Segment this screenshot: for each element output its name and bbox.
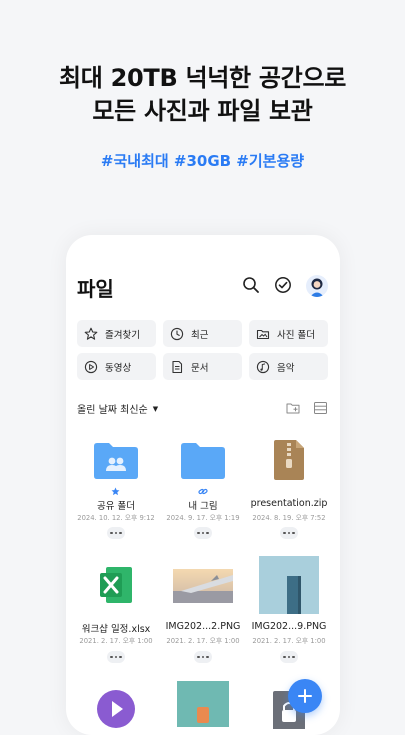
filter-label: 최근 xyxy=(191,329,209,341)
file-name: IMG202...9.PNG xyxy=(251,621,327,632)
folder-icon xyxy=(181,443,225,479)
avatar-illustration-icon xyxy=(310,278,324,297)
excel-file-icon xyxy=(100,567,132,603)
play-icon xyxy=(84,360,98,373)
more-options-button[interactable] xyxy=(194,651,212,663)
clock-icon xyxy=(170,327,184,340)
filter-music[interactable]: 음악 xyxy=(249,353,328,380)
star-icon xyxy=(84,327,98,340)
filter-label: 즐겨찾기 xyxy=(105,329,140,341)
file-date: 2024. 9. 17. 오후 1:19 xyxy=(166,514,240,522)
image-folder-icon xyxy=(256,329,270,339)
more-options-button[interactable] xyxy=(107,651,125,663)
new-folder-icon[interactable] xyxy=(286,401,301,415)
more-options-button[interactable] xyxy=(280,527,298,539)
file-date: 2024. 8. 19. 오후 7:52 xyxy=(252,514,326,522)
add-file-button[interactable] xyxy=(288,679,322,713)
filter-recent[interactable]: 최근 xyxy=(163,320,242,347)
check-circle-icon[interactable] xyxy=(274,276,292,294)
more-options-button[interactable] xyxy=(194,527,212,539)
link-badge-icon xyxy=(198,488,208,495)
sort-label: 올린 날짜 최신순 xyxy=(77,405,148,416)
document-icon xyxy=(172,360,183,373)
promo-headline-line2: 모든 사진과 파일 보관 xyxy=(92,97,313,125)
sort-dropdown[interactable]: 올린 날짜 최신순 ▼ xyxy=(77,401,159,417)
favorite-star-badge-icon xyxy=(111,487,120,496)
promo-hashtags: #국내최대 #30GB #기본용량 xyxy=(100,152,305,170)
zip-file-icon xyxy=(274,440,304,480)
caret-down-icon: ▼ xyxy=(152,404,159,413)
filter-video[interactable]: 동영상 xyxy=(77,353,156,380)
photo-thumbnail-building xyxy=(259,556,319,614)
filter-document[interactable]: 문서 xyxy=(163,353,242,380)
file-name: IMG202...2.PNG xyxy=(165,621,241,632)
promo-headline-line1: 최대 20TB 넉넉한 공간으로 xyxy=(58,64,347,92)
filter-label: 음악 xyxy=(277,362,295,374)
filter-label: 사진 폴더 xyxy=(277,329,315,341)
file-name: 공유 폴더 xyxy=(97,501,135,512)
photo-thumbnail-airplane xyxy=(173,557,233,613)
phone-screen: 파일 즐겨찾기 최근 사진 폴더 동영상 문서 음악 올린 날짜 최신순 ▼ 공… xyxy=(66,235,340,735)
music-icon xyxy=(256,360,270,373)
more-options-button[interactable] xyxy=(107,527,125,539)
file-item-photo[interactable] xyxy=(160,677,246,735)
list-view-icon[interactable] xyxy=(313,401,328,415)
promo-headline: 최대 20TB 넉넉한 공간으로 모든 사진과 파일 보관 xyxy=(0,62,405,128)
file-date: 2021. 2. 17. 오후 1:00 xyxy=(79,637,153,645)
file-date: 2021. 2. 17. 오후 1:00 xyxy=(252,637,326,645)
file-date: 2024. 10. 12. 오후 9:12 xyxy=(77,514,155,522)
page-title: 파일 xyxy=(77,277,114,301)
plus-icon xyxy=(298,689,312,703)
more-options-button[interactable] xyxy=(280,651,298,663)
filter-label: 문서 xyxy=(191,362,209,374)
profile-avatar[interactable] xyxy=(306,275,328,297)
filter-favorites[interactable]: 즐겨찾기 xyxy=(77,320,156,347)
video-file-icon xyxy=(97,690,135,728)
file-name: 워크샵 일정.xlsx xyxy=(81,624,151,635)
filter-label: 동영상 xyxy=(105,362,132,374)
filter-photo-folder[interactable]: 사진 폴더 xyxy=(249,320,328,347)
file-item-video[interactable] xyxy=(73,683,159,735)
search-icon[interactable] xyxy=(242,276,260,294)
shared-folder-icon xyxy=(94,443,138,479)
file-name: 내 그림 xyxy=(188,501,218,512)
file-date: 2021. 2. 17. 오후 1:00 xyxy=(166,637,240,645)
file-name: presentation.zip xyxy=(250,498,328,509)
